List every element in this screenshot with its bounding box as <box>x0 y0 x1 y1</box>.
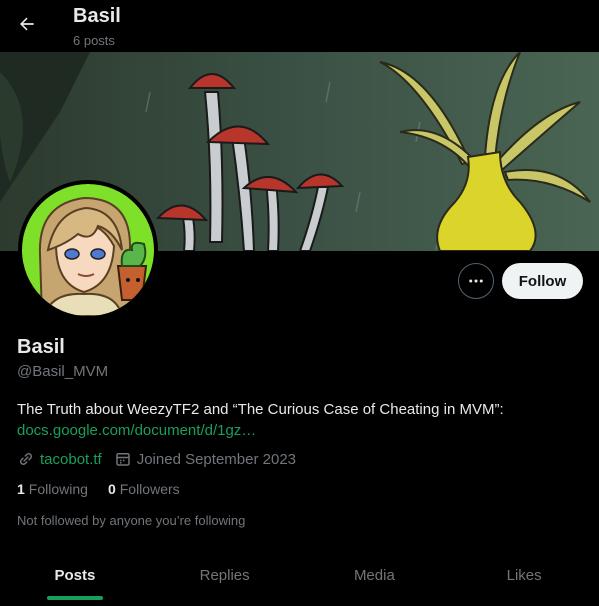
joined-item: Joined September 2023 <box>114 450 296 468</box>
bio-link[interactable]: docs.google.com/document/d/1gz… <box>17 420 577 441</box>
profile-name: Basil <box>17 336 65 358</box>
calendar-icon <box>114 450 132 468</box>
followers-link[interactable]: 0 Followers <box>108 481 180 497</box>
tab-replies[interactable]: Replies <box>150 547 300 606</box>
profile-tabs: Posts Replies Media Likes <box>0 547 599 606</box>
tab-label: Media <box>353 567 395 584</box>
more-options-button[interactable] <box>458 263 494 299</box>
avatar-image <box>22 184 154 316</box>
followers-count: 0 <box>107 481 116 497</box>
tab-label: Posts <box>54 567 96 584</box>
website-item: tacobot.tf <box>17 450 102 468</box>
profile-handle: @Basil_MVM <box>17 363 109 380</box>
bio-text: The Truth about WeezyTF2 and “The Curiou… <box>17 401 504 418</box>
following-label: Following <box>28 481 88 497</box>
joined-date: Joined September 2023 <box>136 450 296 468</box>
active-tab-indicator <box>46 596 103 600</box>
link-icon <box>17 450 35 468</box>
following-link[interactable]: 1 Following <box>17 481 88 497</box>
not-followed-note: Not followed by anyone you’re following <box>17 513 246 528</box>
tab-media[interactable]: Media <box>300 547 450 606</box>
website-link[interactable]: tacobot.tf <box>40 451 102 468</box>
follow-button[interactable]: Follow <box>502 263 583 299</box>
profile-meta: tacobot.tf Joined September 2023 <box>17 449 308 469</box>
tab-likes[interactable]: Likes <box>449 547 599 606</box>
followers-label: Followers <box>119 481 180 497</box>
arrow-left-icon <box>20 17 34 31</box>
follow-counts: 1 Following 0 Followers <box>17 481 200 497</box>
tab-posts[interactable]: Posts <box>0 547 150 606</box>
profile-bio: The Truth about WeezyTF2 and “The Curiou… <box>17 399 577 441</box>
profile-avatar[interactable] <box>18 180 158 320</box>
header-title: Basil <box>73 5 121 27</box>
following-count: 1 <box>17 481 25 497</box>
back-button[interactable] <box>10 7 44 41</box>
tab-label: Replies <box>199 567 250 584</box>
tab-label: Likes <box>506 567 542 584</box>
post-count: 6 posts <box>73 33 115 48</box>
profile-header: Basil 6 posts <box>0 0 599 52</box>
more-horizontal-icon <box>469 279 483 283</box>
